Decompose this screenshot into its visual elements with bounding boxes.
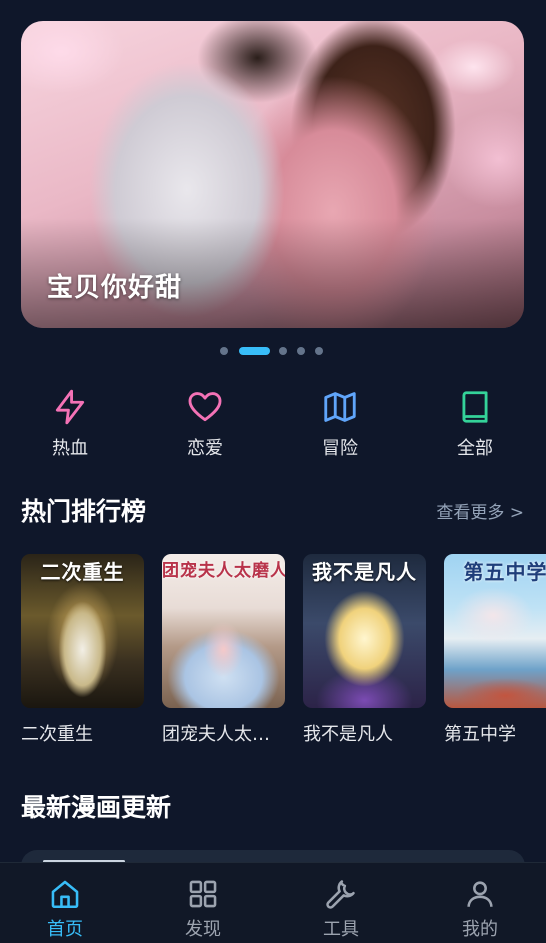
comic-card[interactable]: 团宠夫人太磨人 团宠夫人太磨人	[162, 554, 285, 746]
user-icon	[467, 881, 493, 907]
carousel-dot[interactable]	[315, 347, 323, 355]
category-all[interactable]: 全部	[425, 388, 525, 462]
comic-card[interactable]: 二次重生 二次重生	[21, 554, 144, 746]
home-icon	[51, 880, 79, 909]
category-label: 全部	[457, 438, 493, 459]
comic-cover: 我不是凡人	[303, 554, 426, 708]
nav-label: 发现	[185, 919, 221, 940]
wrench-icon	[326, 880, 355, 909]
carousel-dot[interactable]	[297, 347, 305, 355]
category-romance[interactable]: 恋爱	[155, 388, 255, 462]
book-icon	[462, 391, 488, 423]
nav-home[interactable]: 首页	[20, 877, 110, 941]
grid-icon	[189, 880, 217, 908]
view-more-link[interactable]: 查看更多 >	[436, 498, 524, 523]
nav-profile[interactable]: 我的	[435, 877, 525, 941]
latest-updates-title: 最新漫画更新	[21, 793, 172, 822]
banner-title: 宝贝你好甜	[47, 273, 183, 303]
comic-title: 团宠夫人太磨人	[162, 724, 285, 745]
nav-label: 工具	[323, 919, 359, 940]
category-label: 恋爱	[187, 438, 223, 459]
carousel-dot-active[interactable]	[239, 347, 270, 355]
bottom-nav: 首页 发现 工具 我的	[0, 862, 546, 943]
comic-cover: 二次重生	[21, 554, 144, 708]
comic-cover: 第五中学	[444, 554, 546, 708]
category-adventure[interactable]: 冒险	[290, 388, 390, 462]
cover-title: 二次重生	[40, 560, 125, 584]
comic-title: 我不是凡人	[303, 724, 393, 745]
heart-icon	[188, 392, 222, 422]
carousel-dot[interactable]	[220, 347, 228, 355]
comic-card[interactable]: 我不是凡人 我不是凡人	[303, 554, 426, 746]
cover-title: 团宠夫人太磨人	[162, 561, 285, 581]
hot-ranking-title: 热门排行榜	[21, 497, 147, 526]
comic-title: 二次重生	[21, 724, 93, 745]
map-icon	[324, 392, 356, 422]
nav-discover[interactable]: 发现	[158, 877, 248, 941]
carousel-indicator	[0, 346, 546, 356]
comic-title: 第五中学	[444, 724, 516, 745]
category-hot-blood[interactable]: 热血	[20, 388, 120, 462]
cover-title: 我不是凡人	[312, 560, 417, 584]
comic-card[interactable]: 第五中学 第五中学	[444, 554, 546, 746]
cover-title: 第五中学	[463, 560, 546, 584]
nav-label: 首页	[47, 919, 83, 940]
featured-banner[interactable]: 宝贝你好甜	[21, 21, 524, 328]
lightning-icon	[55, 389, 85, 425]
nav-label: 我的	[462, 919, 498, 940]
nav-tools[interactable]: 工具	[296, 877, 386, 941]
category-label: 冒险	[322, 438, 358, 459]
carousel-dot[interactable]	[279, 347, 287, 355]
category-label: 热血	[52, 438, 88, 459]
comic-cover: 团宠夫人太磨人	[162, 554, 285, 708]
